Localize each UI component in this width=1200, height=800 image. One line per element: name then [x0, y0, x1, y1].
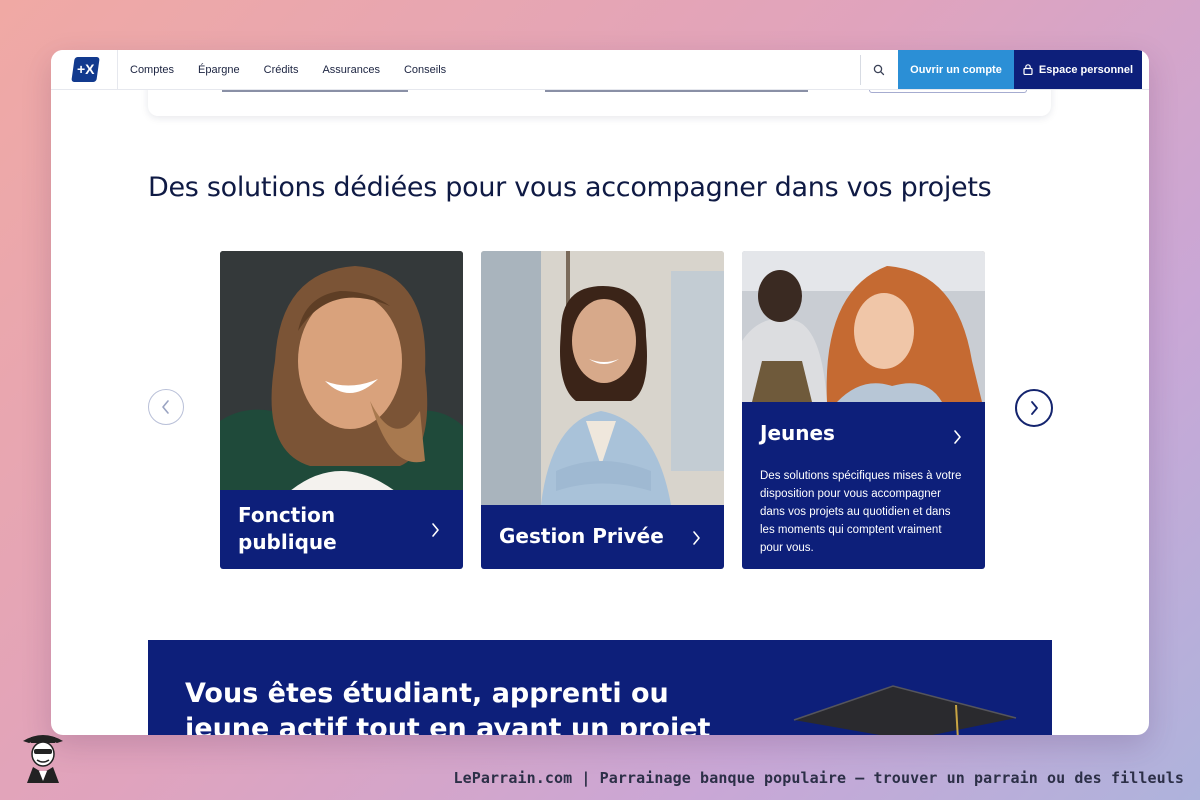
banner-title: Vous êtes étudiant, apprenti ou jeune ac… — [185, 678, 711, 735]
chevron-left-icon — [162, 400, 169, 414]
personal-space-button[interactable]: Espace personnel — [1014, 50, 1142, 89]
lock-icon — [1023, 64, 1033, 75]
browser-window: +X Comptes Épargne Crédits Assurances Co… — [51, 50, 1149, 735]
card-jeunes[interactable]: Jeunes Des solutions spécifiques mises à… — [742, 251, 985, 569]
student-banner: Vous êtes étudiant, apprenti ou jeune ac… — [148, 640, 1052, 735]
personal-space-label: Espace personnel — [1038, 63, 1134, 76]
chevron-right-icon — [693, 531, 700, 545]
card-title: Jeunes — [760, 421, 835, 445]
top-navigation: +X Comptes Épargne Crédits Assurances Co… — [51, 50, 1149, 90]
card-title: Gestion Privée — [499, 524, 664, 548]
carousel-next-button[interactable] — [1015, 389, 1053, 427]
card-photo — [742, 251, 985, 402]
graduation-cap-icon — [793, 685, 1017, 735]
card-photo — [220, 251, 463, 491]
card-title-line: Fonction — [238, 503, 336, 527]
nav-divider — [117, 50, 118, 89]
chevron-right-icon — [954, 430, 961, 444]
card-fonction-publique[interactable]: Fonction publique — [220, 251, 463, 569]
card-panel: Jeunes Des solutions spécifiques mises à… — [742, 402, 985, 569]
input-underline — [222, 90, 408, 92]
menu-item-conseils[interactable]: Conseils — [404, 64, 446, 76]
menu-item-assurances[interactable]: Assurances — [322, 64, 379, 76]
menu-item-credits[interactable]: Crédits — [264, 64, 299, 76]
card-description: Des solutions spécifiques mises à votre … — [760, 470, 962, 554]
card-title-line: publique — [238, 530, 337, 554]
input-underline — [545, 90, 808, 92]
chevron-right-icon — [432, 523, 439, 537]
search-divider — [860, 55, 861, 85]
card-panel: Gestion Privée — [481, 505, 724, 569]
menu-item-epargne[interactable]: Épargne — [198, 64, 240, 76]
bank-logo[interactable]: +X — [71, 57, 100, 82]
mascot-logo — [17, 727, 69, 783]
carousel-prev-button[interactable] — [148, 389, 184, 425]
card-photo — [481, 251, 724, 505]
chevron-right-icon — [1031, 401, 1038, 415]
section-title: Des solutions dédiées pour vous accompag… — [148, 172, 992, 203]
open-account-button[interactable]: Ouvrir un compte — [898, 50, 1014, 89]
card-gestion-privee[interactable]: Gestion Privée — [481, 251, 724, 569]
card-panel: Fonction publique — [220, 490, 463, 569]
search-icon[interactable] — [869, 60, 889, 80]
menu-item-comptes[interactable]: Comptes — [130, 64, 174, 76]
footer-caption: LeParrain.com | Parrainage banque popula… — [453, 769, 1184, 787]
main-menu: Comptes Épargne Crédits Assurances Conse… — [130, 50, 470, 89]
card-title: Fonction publique — [238, 502, 337, 556]
